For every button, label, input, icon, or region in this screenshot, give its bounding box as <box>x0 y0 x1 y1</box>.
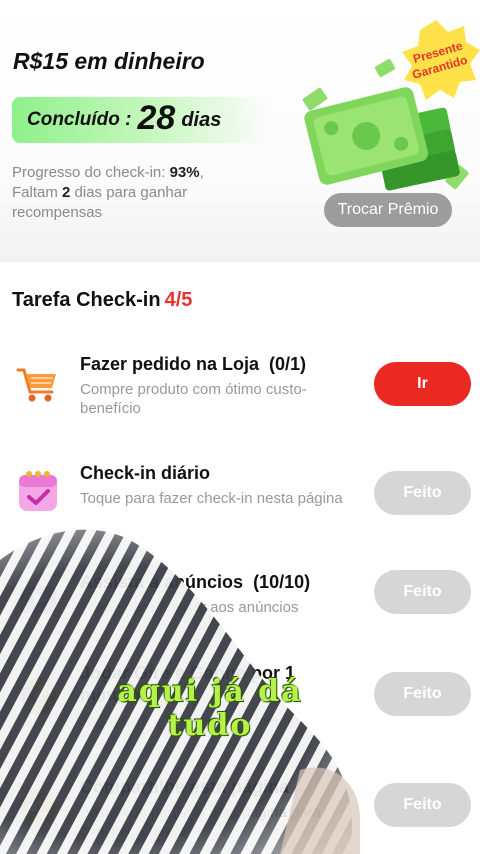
task-description: Toque para assistir aos anúncios <box>80 599 299 616</box>
progress-label: Progresso do check-in: <box>12 164 170 181</box>
remaining-prefix: Faltam <box>12 184 63 201</box>
done-button[interactable]: Feito <box>374 570 471 614</box>
task-row: Assista a anúncios (10/10) Toque para as… <box>0 570 480 662</box>
done-button[interactable]: Feito <box>374 471 471 515</box>
video-ad-icon <box>20 586 56 614</box>
checkin-task-heading: Tarefa Check-in 4/5 <box>12 289 192 312</box>
progress-suffix: , <box>199 164 204 181</box>
progress-value: 93% <box>169 164 200 181</box>
completed-unit: dias <box>181 108 222 131</box>
task-description: Toque para fazer check-in nesta página <box>80 490 343 507</box>
shopping-cart-icon <box>16 368 56 402</box>
section-title: Tarefa Check-in <box>12 289 161 311</box>
checkin-progress: Progresso do check-in: 93%, Faltam 2 dia… <box>12 163 262 223</box>
overlay-caption-line1: aqui já dá <box>117 674 303 709</box>
task-count: 4/5 <box>164 289 193 311</box>
completed-days: 28 <box>137 98 176 137</box>
task-description: Basta compartilhar esta página para conc… <box>80 804 321 840</box>
guaranteed-gift-badge: Presente Garantido <box>402 20 480 100</box>
calendar-check-icon <box>19 471 57 511</box>
completed-days-pill: Concluído : 28 dias <box>12 97 270 143</box>
task-row: Compartilhe esta página Basta compartilh… <box>0 777 480 854</box>
done-button[interactable]: Feito <box>374 783 471 827</box>
reward-title: R$15 em dinheiro <box>13 48 205 74</box>
share-icon <box>20 789 56 825</box>
go-button[interactable]: Ir <box>374 362 471 406</box>
reward-header: R$15 em dinheiro Concluído : 28 dias Pro… <box>0 0 480 262</box>
task-title: Assista a anúncios (10/10) <box>80 572 311 592</box>
cash-stack-icon: Presente Garantido <box>302 20 480 191</box>
task-row: Fazer pedido na Loja (0/1) Compre produt… <box>0 354 480 444</box>
overlay-caption-line2: tudo <box>167 708 253 743</box>
task-title: Fazer pedido na Loja (0/1) <box>80 354 307 374</box>
task-description: Compre produto com ótimo custo-benefício <box>80 381 307 417</box>
completed-label: Concluído : <box>27 109 132 130</box>
swap-prize-button[interactable]: Trocar Prêmio <box>324 193 452 227</box>
task-title: Compartilhe esta página <box>80 777 290 797</box>
task-row: Check-in diário Toque para fazer check-i… <box>0 463 480 553</box>
task-title: Check-in diário <box>80 463 211 483</box>
